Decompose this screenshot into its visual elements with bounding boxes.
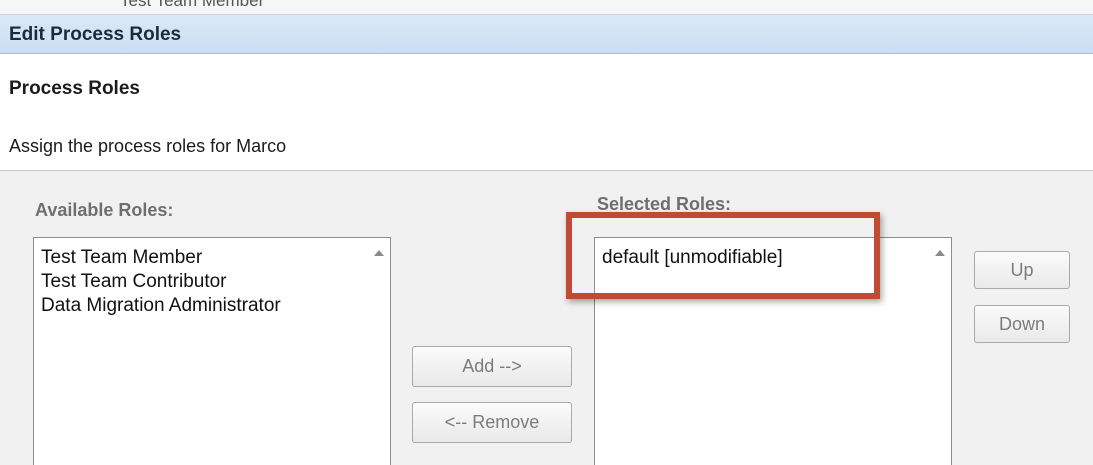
section-heading: Process Roles bbox=[9, 78, 140, 99]
scroll-up-icon[interactable] bbox=[935, 250, 945, 256]
selected-roles-label-container: Selected Roles: bbox=[597, 196, 837, 210]
list-item[interactable]: Test Team Member bbox=[34, 246, 281, 270]
up-button[interactable]: Up bbox=[974, 251, 1070, 289]
selected-roles-label: Selected Roles: bbox=[597, 196, 732, 210]
selected-roles-scrollbar[interactable] bbox=[929, 238, 951, 465]
section-header: Process Roles bbox=[0, 54, 1093, 128]
list-item[interactable]: Test Team Contributor bbox=[34, 270, 281, 294]
available-roles-scrollbar[interactable] bbox=[368, 238, 390, 465]
background-window-text: Test Team Member bbox=[120, 0, 265, 10]
remove-button[interactable]: <-- Remove bbox=[412, 402, 572, 443]
list-item[interactable]: Data Migration Administrator bbox=[34, 294, 281, 318]
selected-roles-list[interactable]: default [unmodifiable] bbox=[594, 237, 952, 465]
dialog-title-bar: Edit Process Roles bbox=[0, 15, 1093, 54]
selected-roles-items: default [unmodifiable] bbox=[595, 246, 783, 270]
available-roles-items: Test Team Member Test Team Contributor D… bbox=[34, 246, 281, 318]
list-item[interactable]: default [unmodifiable] bbox=[595, 246, 783, 270]
down-button[interactable]: Down bbox=[974, 305, 1070, 343]
available-roles-list[interactable]: Test Team Member Test Team Contributor D… bbox=[33, 237, 391, 465]
dialog-title: Edit Process Roles bbox=[9, 24, 182, 45]
available-roles-label: Available Roles: bbox=[35, 200, 174, 220]
scroll-up-icon[interactable] bbox=[374, 250, 384, 256]
section-description: Assign the process roles for Marco bbox=[9, 136, 287, 156]
add-button[interactable]: Add --> bbox=[412, 346, 572, 387]
section-description-bar: Assign the process roles for Marco bbox=[0, 128, 1093, 171]
background-window-strip: Test Team Member bbox=[0, 0, 1093, 15]
